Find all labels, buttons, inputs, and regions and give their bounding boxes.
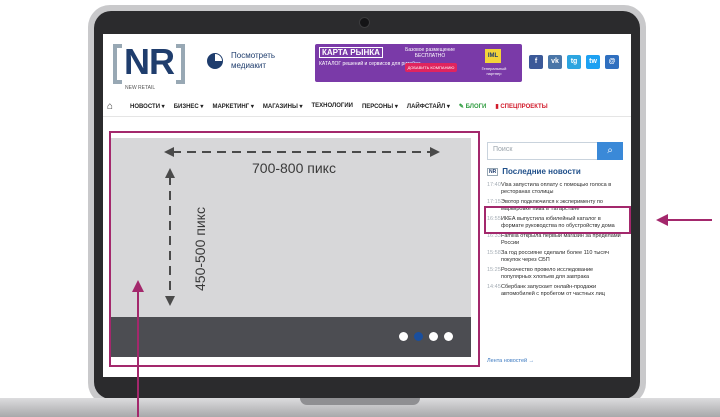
pie-chart-icon (207, 53, 223, 69)
nav-item-stores[interactable]: МАГАЗИНЫ ▾ (263, 103, 303, 110)
news-item[interactable]: 15:58 За год россияне сделали более 110 т… (487, 250, 625, 264)
media-kit-label: Посмотреть медиакит (231, 51, 276, 70)
vk-icon[interactable]: vk (548, 55, 562, 69)
news-highlight-frame (484, 206, 631, 234)
news-item[interactable]: 15:25 Роскачество провело исследование по… (487, 267, 625, 281)
logo-subtitle: NEW RETAIL (125, 85, 156, 91)
email-icon[interactable]: @ (605, 55, 619, 69)
nav-divider (103, 116, 631, 117)
latest-news-heading[interactable]: NR Последние новости (487, 167, 581, 176)
partner-logo: IML (485, 49, 501, 63)
laptop-notch (300, 398, 420, 405)
social-links: f vk tg tw @ (529, 55, 619, 69)
laptop-mockup: NR NEW RETAIL Посмотреть медиакит КАРТА … (0, 0, 720, 417)
nr-mini-logo: NR (487, 167, 499, 176)
nav-item-marketing[interactable]: МАРКЕТИНГ ▾ (212, 103, 253, 110)
news-item[interactable]: 17:40 Visa запустила оплату с помощью гол… (487, 182, 625, 196)
slider-highlight-frame (109, 131, 480, 367)
nav-item-blogs[interactable]: ✎ БЛОГИ (459, 103, 486, 110)
nav-item-technology[interactable]: ТЕХНОЛОГИИ (312, 103, 353, 109)
logo-text: NR (124, 41, 175, 82)
nav-item-persons[interactable]: ПЕРСОНЫ ▾ (362, 103, 398, 110)
all-news-link[interactable]: Лента новостей → (487, 358, 534, 364)
news-item[interactable]: 14:45 Сбербанк запускает онлайн-продажи а… (487, 284, 625, 298)
search-input[interactable]: Поиск ⌕ (487, 142, 623, 160)
banner-add-company-button[interactable]: ДОБАВИТЬ КОМПАНИЮ (405, 63, 457, 72)
partner-label: Генеральный партнер (481, 66, 507, 76)
ad-banner[interactable]: КАРТА РЫНКА КАТАЛОГ решений и сервисов д… (315, 44, 522, 82)
search-placeholder: Поиск (493, 146, 513, 153)
home-icon[interactable]: ⌂ (107, 101, 121, 112)
banner-text: Базовое размещение БЕСПЛАТНО (405, 47, 455, 59)
media-kit-link[interactable]: Посмотреть медиакит (207, 51, 295, 71)
facebook-icon[interactable]: f (529, 55, 543, 69)
main-nav: ⌂ НОВОСТИ ▾ БИЗНЕС ▾ МАРКЕТИНГ ▾ МАГАЗИН… (103, 98, 631, 114)
twitter-icon[interactable]: tw (586, 55, 600, 69)
news-list: 17:40 Visa запустила оплату с помощью гол… (487, 182, 625, 301)
banner-logo: КАРТА РЫНКА (319, 47, 383, 58)
site-logo[interactable]: NR NEW RETAIL (113, 41, 189, 91)
news-item[interactable]: 16:33 Familia открыла первый магазин за п… (487, 233, 625, 247)
nav-item-business[interactable]: БИЗНЕС ▾ (174, 103, 204, 110)
telegram-icon[interactable]: tg (567, 55, 581, 69)
nav-item-news[interactable]: НОВОСТИ ▾ (130, 103, 165, 110)
latest-news-title: Последние новости (502, 167, 581, 176)
nav-item-special-projects[interactable]: ▮ СПЕЦПРОЕКТЫ (495, 103, 547, 110)
webcam-icon (359, 17, 370, 28)
search-icon[interactable]: ⌕ (597, 142, 623, 160)
nav-item-lifestyle[interactable]: ЛАЙФСТАЙЛ ▾ (407, 103, 450, 110)
